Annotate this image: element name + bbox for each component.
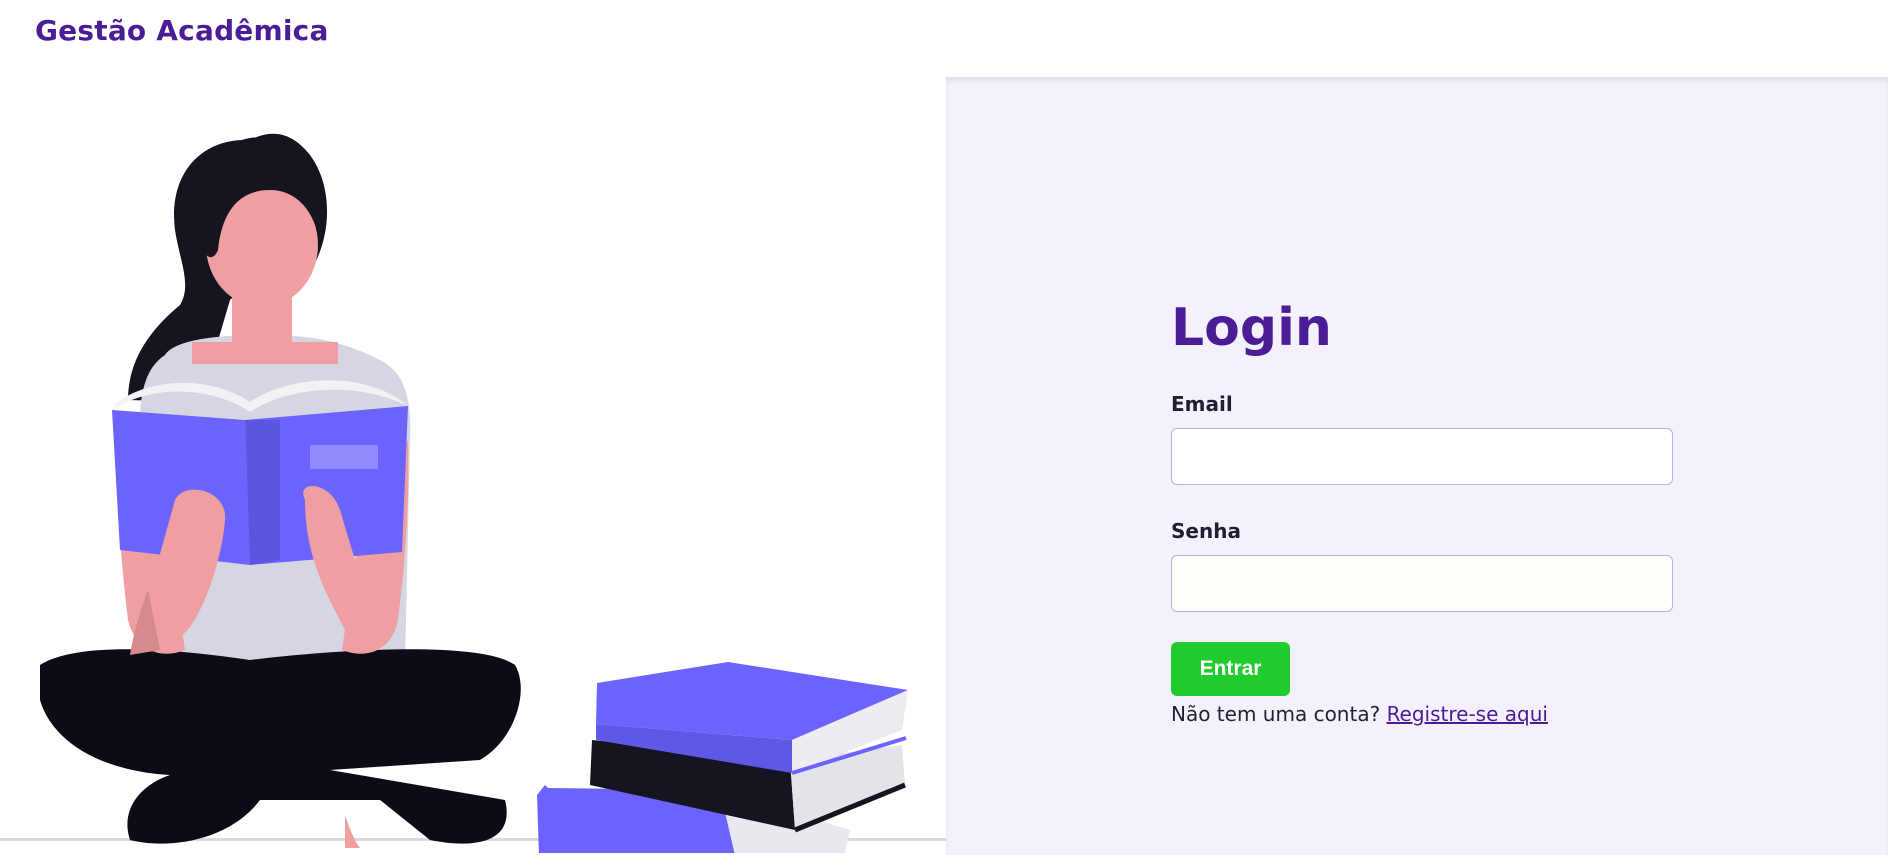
signup-prompt-text: Não tem uma conta? [1171, 702, 1381, 726]
illustration-panel [0, 77, 946, 853]
reading-woman-illustration [0, 133, 946, 853]
password-input[interactable] [1171, 555, 1673, 612]
login-button[interactable]: Entrar [1171, 642, 1290, 696]
login-panel: Login Email Senha Entrar Não tem uma con… [946, 77, 1888, 855]
login-title: Login [1171, 298, 1332, 358]
email-label: Email [1171, 392, 1233, 416]
book-stack-icon [537, 662, 908, 853]
top-header: Gestão Acadêmica [0, 0, 1888, 77]
login-form: Login Email Senha Entrar Não tem uma con… [1171, 302, 1673, 726]
brand-title: Gestão Acadêmica [35, 14, 329, 47]
signup-prompt: Não tem uma conta? Registre-se aqui [1171, 702, 1673, 726]
password-label: Senha [1171, 519, 1241, 543]
email-input[interactable] [1171, 428, 1673, 485]
register-link[interactable]: Registre-se aqui [1387, 702, 1548, 726]
